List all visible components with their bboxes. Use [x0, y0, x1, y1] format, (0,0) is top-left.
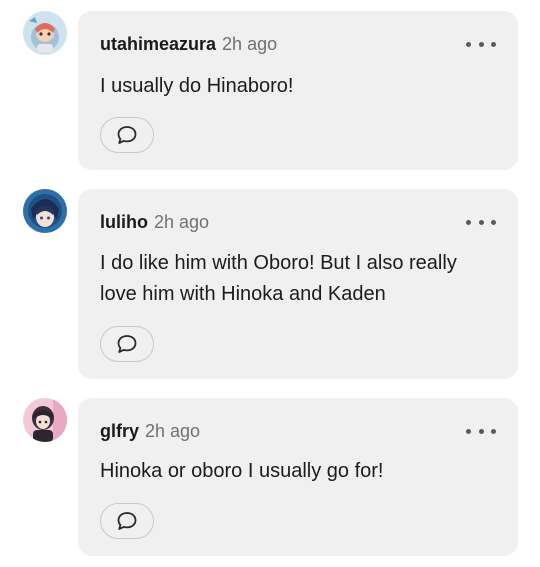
comment-bubble: glfry 2h ago Hinoka or oboro I usually go…: [78, 398, 518, 556]
reply-button[interactable]: [100, 326, 154, 362]
comment-bubble: luliho 2h ago I do like him with Oboro! B…: [78, 189, 518, 379]
username[interactable]: utahimeazura: [100, 34, 216, 54]
comment-header: utahimeazura 2h ago: [100, 33, 277, 55]
comment-bubble: utahimeazura 2h ago I usually do Hinaboro…: [78, 11, 518, 170]
avatar[interactable]: [23, 398, 67, 442]
avatar[interactable]: [23, 189, 67, 233]
comment-header: glfry 2h ago: [100, 420, 200, 442]
reply-button[interactable]: [100, 503, 154, 539]
comment-text: I usually do Hinaboro!: [100, 75, 294, 97]
more-horizontal-icon[interactable]: [466, 424, 496, 438]
avatar-anime-character-icon: [23, 189, 67, 233]
timestamp: 2h ago: [145, 421, 201, 441]
timestamp: 2h ago: [154, 212, 210, 232]
speech-bubble-icon: [117, 126, 137, 144]
speech-bubble-icon: [117, 512, 137, 530]
reply-button[interactable]: [100, 117, 154, 153]
avatar-anime-character-icon: [23, 11, 67, 55]
comment-text: I do like him with Oboro! But I also rea…: [100, 252, 457, 305]
avatar[interactable]: [23, 11, 67, 55]
more-horizontal-icon[interactable]: [466, 215, 496, 229]
comment-header: luliho 2h ago: [100, 211, 209, 233]
comment-text: Hinoka or oboro I usually go for!: [100, 460, 384, 482]
more-horizontal-icon[interactable]: [466, 37, 496, 51]
username[interactable]: luliho: [100, 212, 148, 232]
timestamp: 2h ago: [222, 34, 278, 54]
avatar-anime-character-icon: [23, 398, 67, 442]
speech-bubble-icon: [117, 335, 137, 353]
username[interactable]: glfry: [100, 421, 139, 441]
